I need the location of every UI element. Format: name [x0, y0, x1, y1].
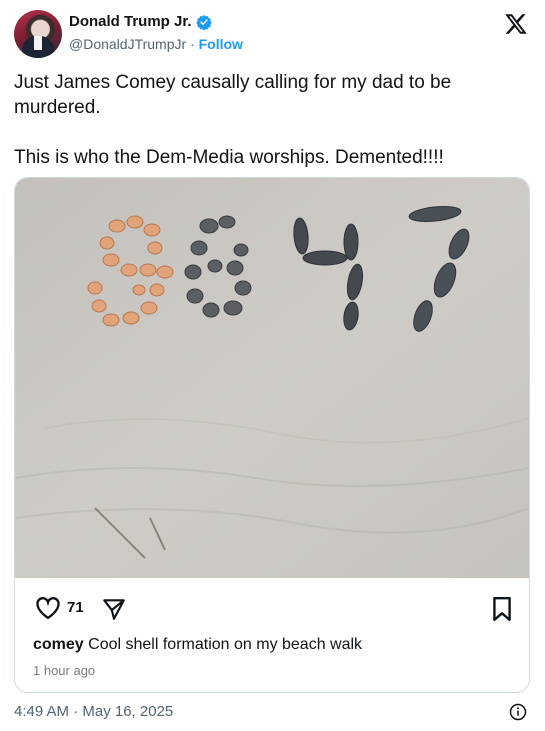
embedded-instagram-post[interactable]: 71 comey Cool shell formation on my beac… — [14, 177, 530, 693]
verified-badge-icon — [195, 14, 212, 30]
caption-text: Cool shell formation on my beach walk — [83, 636, 363, 653]
info-icon[interactable] — [509, 703, 527, 721]
author-name-row: Donald Trump Jr. — [69, 13, 212, 30]
post-time-ago: 1 hour ago — [33, 663, 96, 678]
author-name[interactable]: Donald Trump Jr. — [69, 13, 192, 30]
bookmark-icon[interactable] — [491, 596, 513, 622]
tweet-timestamp[interactable]: 4:49 AM · May 16, 2025 — [14, 703, 173, 720]
author-avatar[interactable] — [14, 10, 62, 58]
beach-shell-photo[interactable] — [15, 178, 529, 578]
tweet-header: Donald Trump Jr. @DonaldJTrumpJr · Follo… — [14, 10, 534, 60]
like-count: 71 — [67, 599, 84, 616]
share-paper-plane-icon[interactable] — [101, 596, 127, 622]
avatar-shirt — [34, 36, 42, 50]
like-heart-icon[interactable] — [33, 594, 63, 622]
follow-button[interactable]: Follow — [199, 36, 243, 52]
post-actions: 71 — [33, 594, 513, 624]
handle-separator: · — [186, 36, 199, 52]
post-caption: comey Cool shell formation on my beach w… — [33, 636, 362, 654]
author-handle[interactable]: @DonaldJTrumpJr — [69, 36, 186, 52]
x-logo-icon[interactable] — [504, 12, 528, 36]
caption-username[interactable]: comey — [33, 636, 84, 653]
tweet-text: Just James Comey causally calling for my… — [14, 72, 452, 168]
author-handle-row: @DonaldJTrumpJr · Follow — [69, 36, 243, 52]
